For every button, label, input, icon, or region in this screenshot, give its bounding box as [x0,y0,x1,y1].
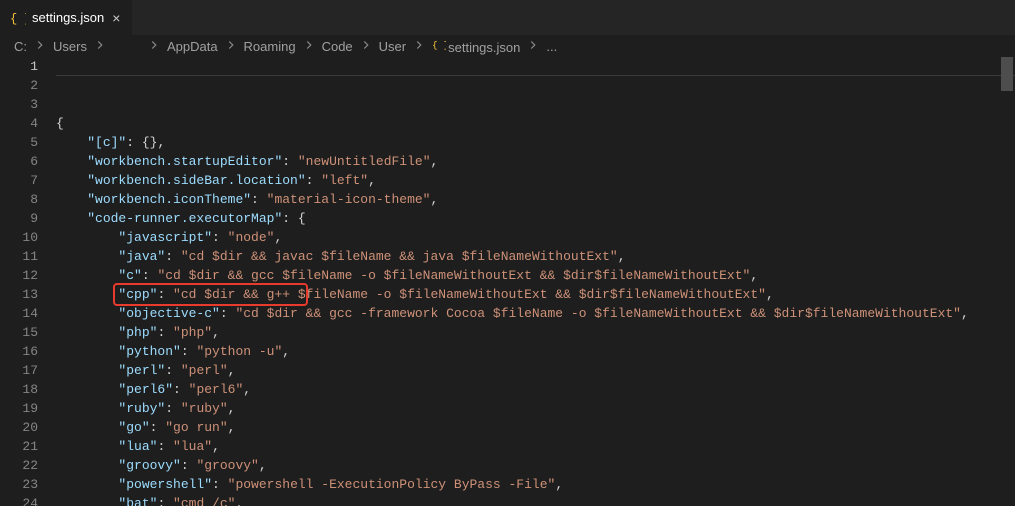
line-number: 20 [0,418,38,437]
line-number: 24 [0,494,38,506]
code-line[interactable]: "code-runner.executorMap": { [56,209,1015,228]
breadcrumb: C: Users AppData Roaming Code User { }settings… [0,35,1015,57]
line-number: 1 [0,57,38,76]
breadcrumb-segment[interactable]: Code [322,39,353,54]
line-number: 6 [0,152,38,171]
code-line[interactable]: "groovy": "groovy", [56,456,1015,475]
code-line[interactable]: "bat": "cmd /c", [56,494,1015,506]
code-line[interactable]: "python": "python -u", [56,342,1015,361]
code-line[interactable]: "perl": "perl", [56,361,1015,380]
breadcrumb-segment[interactable]: Roaming [244,39,296,54]
chevron-right-icon [524,38,542,55]
line-number: 18 [0,380,38,399]
tab-bar: { } settings.json × [0,0,1015,35]
breadcrumb-segment[interactable]: Users [53,39,87,54]
tab-label: settings.json [32,10,104,25]
breadcrumb-segment[interactable]: AppData [167,39,218,54]
code-line[interactable]: { [56,114,1015,133]
line-number: 2 [0,76,38,95]
chevron-right-icon [31,38,49,55]
code-area[interactable]: { "[c]": {}, "workbench.startupEditor": … [56,57,1015,506]
code-line[interactable]: "java": "cd $dir && javac $fileName && j… [56,247,1015,266]
scrollbar-vertical[interactable] [1001,57,1013,506]
line-number: 23 [0,475,38,494]
line-number: 4 [0,114,38,133]
chevron-right-icon [222,38,240,55]
line-number: 17 [0,361,38,380]
json-file-icon: { } [10,10,26,26]
json-file-icon: { } [432,38,446,52]
chevron-right-icon [300,38,318,55]
chevron-right-icon [357,38,375,55]
line-number: 16 [0,342,38,361]
line-number: 8 [0,190,38,209]
breadcrumb-segment[interactable]: C: [14,39,27,54]
line-number: 12 [0,266,38,285]
svg-text:{ }: { } [432,39,446,50]
line-number: 11 [0,247,38,266]
code-line[interactable]: "objective-c": "cd $dir && gcc -framewor… [56,304,1015,323]
chevron-right-icon [145,38,163,55]
chevron-right-icon [410,38,428,55]
code-line[interactable]: "workbench.startupEditor": "newUntitledF… [56,152,1015,171]
line-number: 22 [0,456,38,475]
breadcrumb-segment[interactable]: { }settings.json [432,38,520,55]
code-line[interactable]: "lua": "lua", [56,437,1015,456]
line-number: 14 [0,304,38,323]
code-line[interactable]: "[c]": {}, [56,133,1015,152]
close-icon[interactable]: × [110,8,122,28]
line-number: 7 [0,171,38,190]
breadcrumb-segment[interactable]: User [379,39,406,54]
code-line[interactable]: "perl6": "perl6", [56,380,1015,399]
chevron-right-icon [91,38,109,55]
tab-settings-json[interactable]: { } settings.json × [0,0,133,35]
line-number: 10 [0,228,38,247]
line-number: 21 [0,437,38,456]
code-line[interactable]: "go": "go run", [56,418,1015,437]
code-line[interactable]: "php": "php", [56,323,1015,342]
line-number: 9 [0,209,38,228]
code-line[interactable]: "workbench.iconTheme": "material-icon-th… [56,190,1015,209]
line-number: 13 [0,285,38,304]
code-line[interactable]: "powershell": "powershell -ExecutionPoli… [56,475,1015,494]
scrollbar-thumb[interactable] [1001,57,1013,91]
svg-text:{ }: { } [10,12,26,26]
code-line[interactable]: "cpp": "cd $dir && g++ $fileName -o $fil… [56,285,1015,304]
code-line[interactable]: "javascript": "node", [56,228,1015,247]
line-number: 5 [0,133,38,152]
line-number: 19 [0,399,38,418]
code-line[interactable]: "workbench.sideBar.location": "left", [56,171,1015,190]
line-number-gutter: 123456789101112131415161718192021222324 [0,57,56,506]
line-number: 15 [0,323,38,342]
code-line[interactable]: "c": "cd $dir && gcc $fileName -o $fileN… [56,266,1015,285]
editor[interactable]: 123456789101112131415161718192021222324 … [0,57,1015,506]
code-line[interactable]: "ruby": "ruby", [56,399,1015,418]
breadcrumb-segment[interactable]: ... [546,39,557,54]
line-number: 3 [0,95,38,114]
